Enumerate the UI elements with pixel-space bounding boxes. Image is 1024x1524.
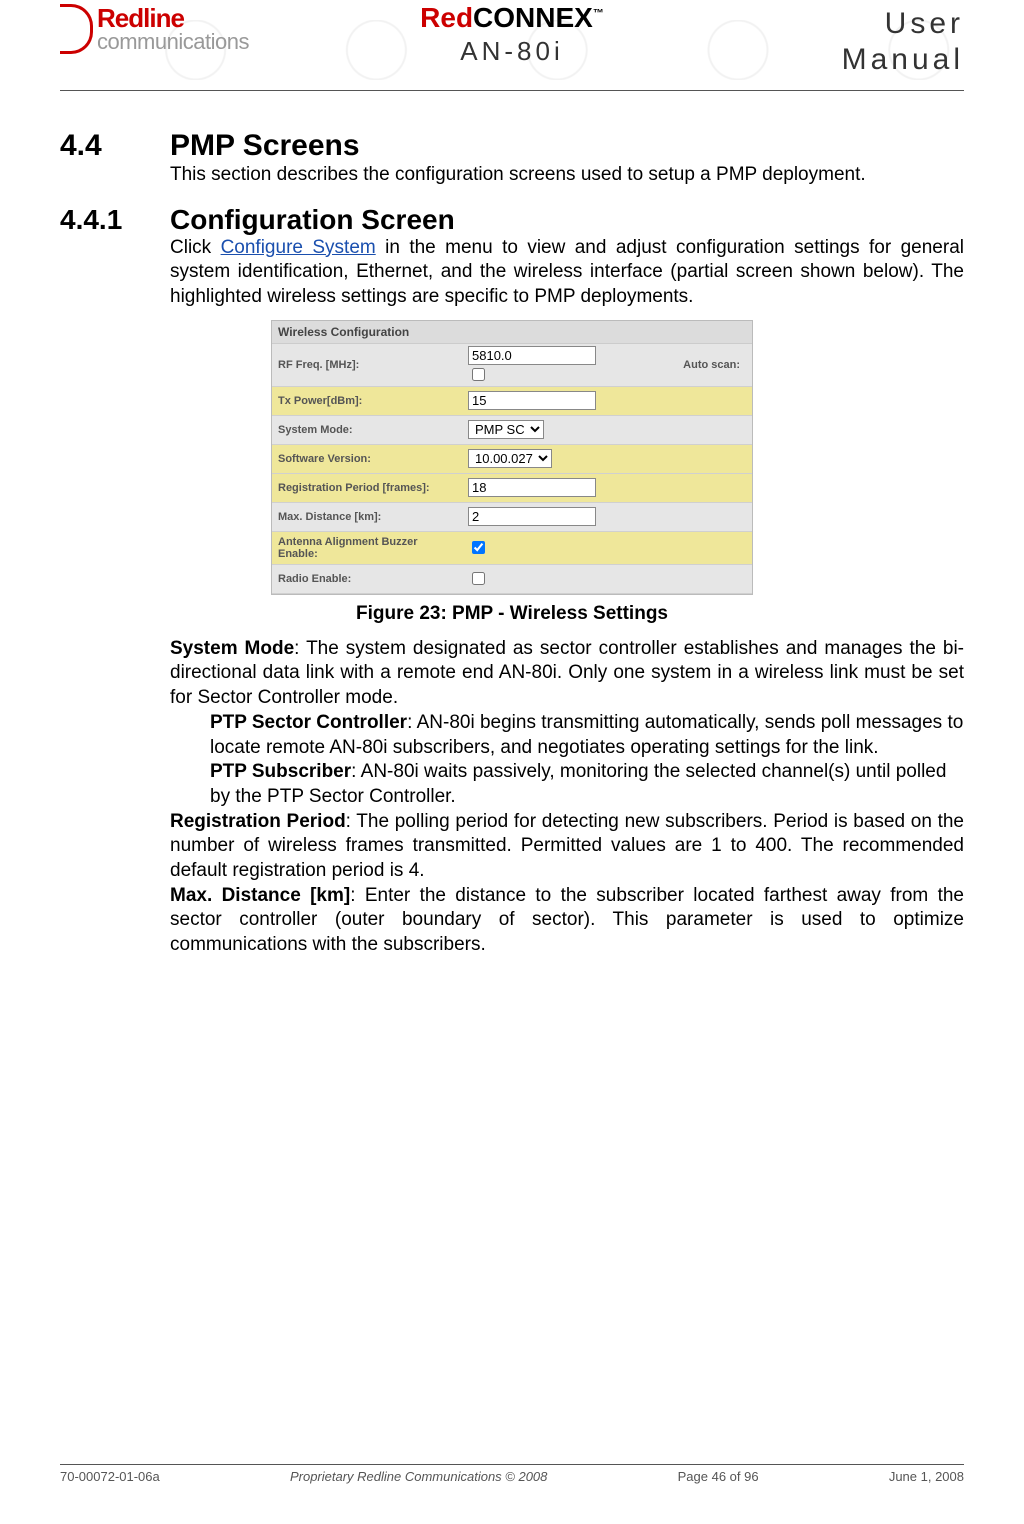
footer-date: June 1, 2008 xyxy=(889,1469,964,1484)
row-rf-freq: RF Freq. [MHz]: Auto scan: xyxy=(272,344,752,387)
software-version-select[interactable]: 10.00.027 xyxy=(468,449,552,468)
max-distance-label: Max. Distance [km]: xyxy=(272,507,464,527)
product-brand: RedCONNEX™ AN-80i xyxy=(420,2,604,67)
footer-doc-id: 70-00072-01-06a xyxy=(60,1469,160,1484)
ptp-sc-bold: PTP Sector Controller xyxy=(210,712,407,733)
brand-red: Red xyxy=(420,2,473,33)
rf-freq-checkbox[interactable] xyxy=(472,368,485,381)
product-model: AN-80i xyxy=(420,36,604,67)
software-version-label: Software Version: xyxy=(272,449,464,469)
para-system-mode: System Mode: The system designated as se… xyxy=(170,637,964,711)
row-max-distance: Max. Distance [km]: xyxy=(272,503,752,532)
redline-logo: Redline communications xyxy=(60,4,249,54)
doc-type-line2: Manual xyxy=(842,42,964,78)
footer-copyright: Proprietary Redline Communications © 200… xyxy=(290,1469,547,1484)
auto-scan-label: Auto scan: xyxy=(683,359,748,371)
ptp-sub-bold: PTP Subscriber xyxy=(210,761,351,782)
brand-black: CONNEX xyxy=(473,2,593,33)
antenna-buzzer-checkbox[interactable] xyxy=(472,541,485,554)
config-title: Wireless Configuration xyxy=(272,321,752,344)
doc-type: User Manual xyxy=(842,6,964,78)
radio-enable-checkbox[interactable] xyxy=(472,572,485,585)
section-intro-4-4: This section describes the configuration… xyxy=(170,163,964,188)
page-footer: 70-00072-01-06a Proprietary Redline Comm… xyxy=(60,1464,964,1484)
configure-system-link[interactable]: Configure System xyxy=(221,237,376,258)
footer-page-number: Page 46 of 96 xyxy=(678,1469,759,1484)
row-registration-period: Registration Period [frames]: xyxy=(272,474,752,503)
logo-text-bottom: communications xyxy=(97,31,249,53)
intro-text-a: Click xyxy=(170,237,221,258)
section-heading-4-4: 4.4PMP Screens xyxy=(60,129,964,163)
tx-power-input[interactable] xyxy=(468,391,596,410)
max-distance-bold: Max. Distance [km] xyxy=(170,885,350,906)
logo-text-top: Redline xyxy=(97,5,249,31)
para-ptp-sector-controller: PTP Sector Controller: AN-80i begins tra… xyxy=(210,711,964,760)
rf-freq-input[interactable] xyxy=(468,346,596,365)
row-antenna-buzzer: Antenna Alignment Buzzer Enable: xyxy=(272,532,752,565)
row-software-version: Software Version: 10.00.027 xyxy=(272,445,752,474)
reg-period-bold: Registration Period xyxy=(170,811,346,832)
system-mode-select[interactable]: PMP SC xyxy=(468,420,544,439)
max-distance-input[interactable] xyxy=(468,507,596,526)
figure-caption: Figure 23: PMP - Wireless Settings xyxy=(60,603,964,625)
subsection-intro: Click Configure System in the menu to vi… xyxy=(170,236,964,310)
row-tx-power: Tx Power[dBm]: xyxy=(272,387,752,416)
antenna-buzzer-label: Antenna Alignment Buzzer Enable: xyxy=(272,532,464,564)
tx-power-label: Tx Power[dBm]: xyxy=(272,391,464,411)
para-ptp-subscriber: PTP Subscriber: AN-80i waits passively, … xyxy=(210,760,964,809)
row-radio-enable: Radio Enable: xyxy=(272,565,752,594)
rf-freq-label: RF Freq. [MHz]: xyxy=(272,355,464,375)
para-max-distance: Max. Distance [km]: Enter the distance t… xyxy=(170,884,964,958)
registration-period-label: Registration Period [frames]: xyxy=(272,478,464,498)
wireless-config-screenshot: Wireless Configuration RF Freq. [MHz]: A… xyxy=(271,320,753,595)
radio-enable-label: Radio Enable: xyxy=(272,569,464,589)
subsection-number: 4.4.1 xyxy=(60,204,170,236)
section-number: 4.4 xyxy=(60,129,170,163)
page-header: Redline communications RedCONNEX™ AN-80i… xyxy=(60,0,964,91)
doc-type-line1: User xyxy=(842,6,964,42)
system-mode-bold: System Mode xyxy=(170,638,294,659)
section-title: PMP Screens xyxy=(170,129,360,162)
logo-arc-icon xyxy=(60,4,93,54)
section-heading-4-4-1: 4.4.1Configuration Screen xyxy=(60,204,964,236)
row-system-mode: System Mode: PMP SC xyxy=(272,416,752,445)
para-registration-period: Registration Period: The polling period … xyxy=(170,810,964,884)
system-mode-label: System Mode: xyxy=(272,420,464,440)
subsection-title: Configuration Screen xyxy=(170,204,455,235)
brand-tm: ™ xyxy=(593,8,604,20)
registration-period-input[interactable] xyxy=(468,478,596,497)
